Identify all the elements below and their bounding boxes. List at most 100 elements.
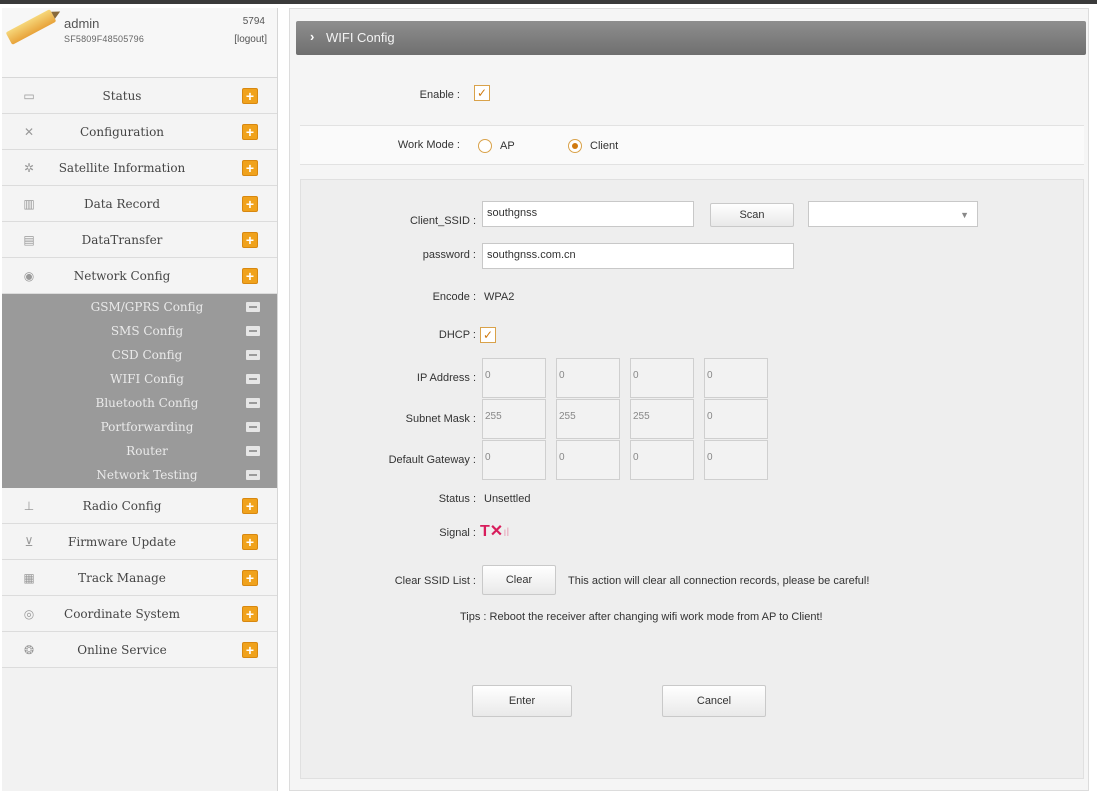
gateway-octet-3[interactable]: 0 [630, 440, 694, 480]
expand-icon[interactable]: + [242, 534, 258, 550]
encode-label: Encode : [432, 291, 476, 303]
enter-button[interactable]: Enter [472, 685, 572, 717]
collapse-icon[interactable] [246, 446, 260, 456]
expand-icon[interactable]: + [242, 642, 258, 658]
collapse-icon[interactable] [246, 470, 260, 480]
expand-icon[interactable]: + [242, 232, 258, 248]
logout-link[interactable]: [logout] [234, 34, 267, 45]
sidebar-item-network-testing[interactable]: Network Testing [2, 463, 277, 487]
transfer-icon: ▤ [23, 233, 35, 247]
panel-title: WIFI Config [326, 30, 395, 45]
expand-icon[interactable]: + [242, 88, 258, 104]
chevron-down-icon: ▼ [960, 210, 969, 220]
dhcp-checkbox[interactable]: ✓ [480, 327, 496, 343]
collapse-icon[interactable] [246, 422, 260, 432]
submenu-label: Bluetooth Config [95, 396, 199, 410]
submenu-label: Network Testing [96, 468, 198, 482]
menu-label: Online Service [77, 642, 167, 657]
mask-octet-4[interactable]: 0 [704, 399, 768, 439]
record-icon: ▥ [23, 197, 35, 211]
sidebar-item-wifi[interactable]: WIFI Config [2, 367, 277, 391]
firmware-icon: ⊻ [24, 535, 34, 549]
expand-icon[interactable]: + [242, 160, 258, 176]
tips-text: Tips : Reboot the receiver after changin… [460, 611, 823, 623]
radio-icon: ⊥ [23, 499, 35, 513]
mode-ap-radio[interactable] [478, 139, 492, 153]
sidebar-item-sms[interactable]: SMS Config [2, 319, 277, 343]
ssid-select[interactable]: ▼ [808, 201, 978, 227]
menu-label: Data Record [83, 196, 161, 211]
top-border [0, 0, 1097, 4]
expand-icon[interactable]: + [242, 570, 258, 586]
ip-label: IP Address : [416, 372, 476, 384]
mask-octet-1[interactable]: 255 [482, 399, 546, 439]
gateway-octet-1[interactable]: 0 [482, 440, 546, 480]
menu-item-online-service[interactable]: ❂ Online Service + [2, 632, 277, 668]
menu-item-configuration[interactable]: ✕ Configuration + [2, 114, 277, 150]
enable-checkbox[interactable]: ✓ [474, 85, 490, 101]
menu-item-firmware-update[interactable]: ⊻ Firmware Update + [2, 524, 277, 560]
status-value: Unsettled [484, 493, 531, 505]
ip-octet-2[interactable]: 0 [556, 358, 620, 398]
menu-item-track-manage[interactable]: ▦ Track Manage + [2, 560, 277, 596]
collapse-icon[interactable] [246, 350, 260, 360]
menu-label: Configuration [79, 124, 165, 139]
menu-item-data-record[interactable]: ▥ Data Record + [2, 186, 277, 222]
expand-icon[interactable]: + [242, 268, 258, 284]
ip-octet-1[interactable]: 0 [482, 358, 546, 398]
sidebar-item-csd[interactable]: CSD Config [2, 343, 277, 367]
ssid-input[interactable]: southgnss [482, 201, 694, 227]
menu-label: Track Manage [78, 570, 166, 585]
mask-octet-3[interactable]: 255 [630, 399, 694, 439]
satellite-icon: ✲ [23, 161, 35, 175]
ip-octet-4[interactable]: 0 [704, 358, 768, 398]
gateway-label: Default Gateway : [388, 454, 476, 466]
menu-item-datatransfer[interactable]: ▤ DataTransfer + [2, 222, 277, 258]
network-submenu: GSM/GPRS Config SMS Config CSD Config WI… [2, 294, 277, 488]
collapse-icon[interactable] [246, 398, 260, 408]
menu-item-radio-config[interactable]: ⊥ Radio Config + [2, 488, 277, 524]
submenu-label: SMS Config [110, 324, 184, 338]
coordinate-icon: ◎ [23, 607, 35, 621]
expand-icon[interactable]: + [242, 498, 258, 514]
enable-label: Enable : [419, 89, 460, 101]
menu-item-coordinate-system[interactable]: ◎ Coordinate System + [2, 596, 277, 632]
menu-label: Satellite Information [58, 160, 186, 175]
mask-octet-2[interactable]: 255 [556, 399, 620, 439]
collapse-icon[interactable] [246, 302, 260, 312]
collapse-icon[interactable] [246, 326, 260, 336]
dhcp-label: DHCP : [438, 329, 476, 341]
menu-label: Status [102, 88, 142, 103]
expand-icon[interactable]: + [242, 124, 258, 140]
tools-icon: ✕ [23, 125, 35, 139]
menu-label: Coordinate System [64, 606, 180, 621]
mode-client-radio[interactable] [568, 139, 582, 153]
clear-button[interactable]: Clear [482, 565, 556, 595]
user-id: 5794 [242, 16, 265, 27]
clear-ssid-label: Clear SSID List : [394, 575, 476, 587]
gateway-octet-2[interactable]: 0 [556, 440, 620, 480]
sidebar-item-gsm-gprs[interactable]: GSM/GPRS Config [2, 295, 277, 319]
submenu-label: GSM/GPRS Config [90, 300, 204, 314]
user-name: admin [64, 16, 100, 31]
submenu-label: CSD Config [111, 348, 183, 362]
password-input[interactable]: southgnss.com.cn [482, 243, 794, 269]
ip-octet-3[interactable]: 0 [630, 358, 694, 398]
menu-item-satellite[interactable]: ✲ Satellite Information + [2, 150, 277, 186]
user-serial: SF5809F48505796 [64, 34, 145, 44]
menu-item-network-config[interactable]: ◉ Network Config + [2, 258, 277, 294]
menu-item-status[interactable]: ▭ Status + [2, 78, 277, 114]
collapse-icon[interactable] [246, 374, 260, 384]
cancel-button[interactable]: Cancel [662, 685, 766, 717]
menu-label: DataTransfer [81, 232, 163, 247]
expand-icon[interactable]: + [242, 606, 258, 622]
sidebar-item-router[interactable]: Router [2, 439, 277, 463]
expand-icon[interactable]: + [242, 196, 258, 212]
sidebar-item-portforwarding[interactable]: Portforwarding [2, 415, 277, 439]
signal-label: Signal : [439, 527, 476, 539]
submenu-label: Router [126, 444, 168, 458]
scan-button[interactable]: Scan [710, 203, 794, 227]
sidebar-item-bluetooth[interactable]: Bluetooth Config [2, 391, 277, 415]
gateway-octet-4[interactable]: 0 [704, 440, 768, 480]
sidebar: admin SF5809F48505796 5794 [logout] ▭ St… [2, 8, 278, 791]
